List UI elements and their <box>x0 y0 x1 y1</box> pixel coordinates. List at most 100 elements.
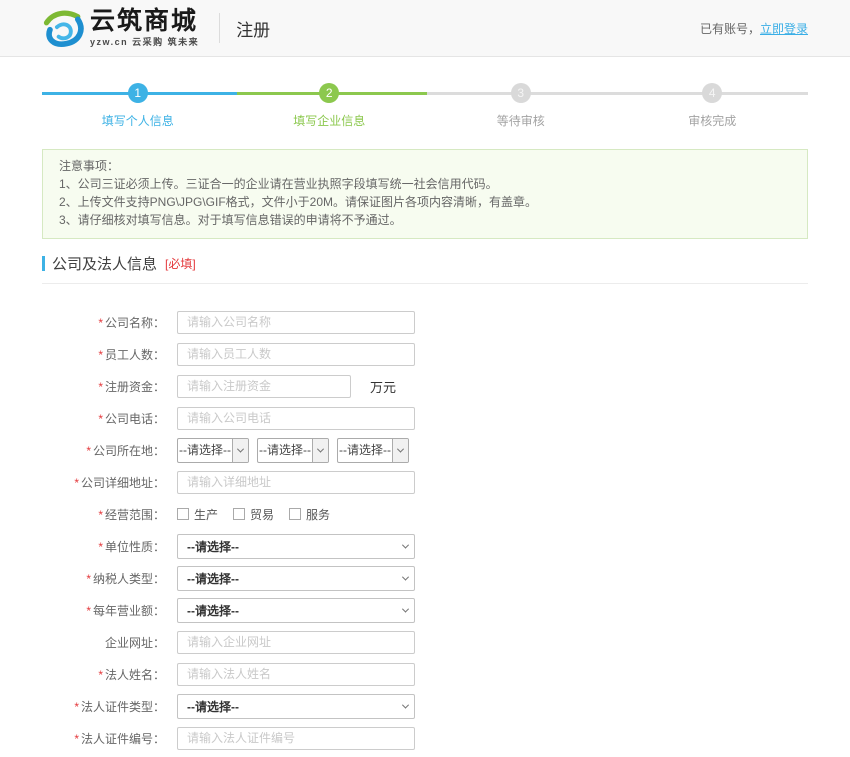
field-row-registered-capital: *注册资金： 万元 <box>42 374 850 398</box>
field-row-unit-nature: * 单位性质： --请选择-- <box>42 533 850 559</box>
employee-count-input[interactable] <box>177 342 415 366</box>
notice-box: 注意事项： 1、公司三证必须上传。三证合一的企业请在营业执照字段填写统一社会信用… <box>42 149 808 239</box>
step-label-2: 填写企业信息 <box>293 114 366 128</box>
progress-steps: 1 填写个人信息 2 填写企业信息 3 等待审核 4 审核完成 <box>42 83 808 133</box>
section-header: 公司及法人信息 [必填] <box>42 253 808 274</box>
field-row-taxpayer-type: * 纳税人类型： --请选择-- <box>42 565 850 591</box>
section-title-bar <box>42 256 45 271</box>
legal-id-number-input[interactable] <box>177 726 415 750</box>
header-divider <box>219 13 221 43</box>
logo-title: 云筑商城 <box>90 6 199 35</box>
logo-text: 云筑商城 yzw.cn 云采购 筑未来 <box>90 6 200 48</box>
required-star: * <box>98 507 103 522</box>
field-label: * 公司详细地址： <box>74 475 165 490</box>
field-row-employee-count: * 员工人数： <box>42 342 850 366</box>
field-label: * 法人证件编号： <box>74 731 165 746</box>
field-label: 企业网址： <box>104 635 165 650</box>
taxpayer-type-select[interactable]: --请选择-- <box>177 565 415 591</box>
notice-item: 1、公司三证必须上传。三证合一的企业请在营业执照字段填写统一社会信用代码。 <box>59 177 498 191</box>
required-star: * <box>86 443 91 458</box>
required-star: * <box>86 571 91 586</box>
field-row-company-region: * 公司所在地： --请选择-- --请选择-- --请选择-- <box>42 437 850 463</box>
step-review-done: 4 审核完成 <box>642 83 782 129</box>
chevron-down-icon <box>232 438 248 462</box>
company-address-input[interactable] <box>177 470 415 494</box>
step-personal-info: 1 填写个人信息 <box>68 83 208 129</box>
step-circle-2: 2 <box>319 83 340 103</box>
field-row-legal-id-type: * 法人证件类型： --请选择-- <box>42 693 850 719</box>
required-star: * <box>98 667 103 682</box>
notice-item: 3、请仔细核对填写信息。对于填写信息错误的申请将不予通过。 <box>59 213 402 227</box>
chevron-down-icon <box>396 541 414 549</box>
page-title: 注册 <box>236 20 271 40</box>
required-star: * <box>74 731 79 746</box>
required-star: * <box>98 379 103 394</box>
notice-item: 2、上传文件支持PNG\JPG\GIF格式，文件小于20M。请保证图片各项内容清… <box>59 195 538 209</box>
field-label: * 公司所在地： <box>86 443 165 458</box>
legal-id-type-select[interactable]: --请选择-- <box>177 693 415 719</box>
login-link[interactable]: 立即登录 <box>760 22 808 36</box>
city-select[interactable]: --请选择-- <box>257 437 329 463</box>
field-label: * 纳税人类型： <box>86 571 165 586</box>
field-row-legal-name: * 法人姓名： <box>42 662 850 686</box>
step-label-4: 审核完成 <box>688 114 737 128</box>
required-star: * <box>98 411 103 426</box>
checkbox-icon <box>177 508 189 520</box>
field-row-company-address: * 公司详细地址： <box>42 470 850 494</box>
required-star: * <box>74 475 79 490</box>
section-title: 公司及法人信息 <box>52 256 158 273</box>
district-select[interactable]: --请选择-- <box>337 437 409 463</box>
chevron-down-icon <box>312 438 328 462</box>
unit-nature-select[interactable]: --请选择-- <box>177 533 415 559</box>
company-website-input[interactable] <box>177 630 415 654</box>
checkbox-icon <box>233 508 246 520</box>
capital-unit-label: 万元 <box>370 379 397 395</box>
field-row-business-scope: * 经营范围： 生产 贸易 服务 <box>42 502 850 526</box>
login-hint: 已有账号， <box>699 21 760 36</box>
required-star: * <box>98 315 103 330</box>
logo[interactable]: 云筑商城 yzw.cn 云采购 筑未来 <box>42 8 199 48</box>
scope-service-checkbox[interactable]: 服务 <box>289 506 330 523</box>
chevron-down-icon <box>396 701 414 709</box>
registered-capital-input[interactable] <box>177 374 351 398</box>
step-company-info: 2 填写企业信息 <box>259 83 399 129</box>
required-tag: [必填] <box>165 257 196 271</box>
required-star: * <box>98 539 103 554</box>
field-label: * 法人姓名： <box>98 667 165 682</box>
header: 云筑商城 yzw.cn 云采购 筑未来 注册 已有账号，立即登录 <box>0 0 850 57</box>
chevron-down-icon <box>396 573 414 581</box>
scope-production-checkbox[interactable]: 生产 <box>177 506 218 523</box>
step-circle-1: 1 <box>127 83 148 103</box>
chevron-down-icon <box>392 438 408 462</box>
field-label: * 公司名称： <box>98 315 165 330</box>
header-login-area: 已有账号，立即登录 <box>700 20 808 37</box>
company-name-input[interactable] <box>177 310 415 334</box>
field-label: * 员工人数： <box>98 347 165 362</box>
field-label: * 法人证件类型： <box>74 699 165 714</box>
chevron-down-icon <box>396 605 414 613</box>
field-label: * 经营范围： <box>98 507 165 522</box>
step-label-3: 等待审核 <box>496 114 545 128</box>
field-row-legal-id-number: * 法人证件编号： <box>42 726 850 750</box>
cloud-logo-icon <box>43 10 84 47</box>
step-label-1: 填写个人信息 <box>101 114 174 128</box>
required-star: * <box>74 699 79 714</box>
logo-subtitle: yzw.cn 云采购 筑未来 <box>90 36 200 47</box>
step-await-review: 3 等待审核 <box>451 83 591 129</box>
step-circle-3: 3 <box>510 83 531 103</box>
required-star: * <box>98 347 103 362</box>
notice-title: 注意事项： <box>59 159 120 173</box>
required-star: * <box>86 603 91 618</box>
company-phone-input[interactable] <box>177 406 415 430</box>
legal-name-input[interactable] <box>177 662 415 686</box>
field-label: * 每年营业额： <box>86 603 165 618</box>
company-form: *公司名称： *员工人数： *注册资金： 万元 *公司电话： *公司所在地： -… <box>0 310 850 757</box>
field-label: * 注册资金： <box>98 379 165 394</box>
field-row-company-phone: * 公司电话： <box>42 406 850 430</box>
province-select[interactable]: --请选择-- <box>177 437 249 463</box>
field-label: * 公司电话： <box>98 411 165 426</box>
annual-revenue-select[interactable]: --请选择-- <box>177 597 415 623</box>
step-circle-4: 4 <box>702 83 723 103</box>
checkbox-icon <box>289 508 302 520</box>
scope-trade-checkbox[interactable]: 贸易 <box>233 506 274 523</box>
